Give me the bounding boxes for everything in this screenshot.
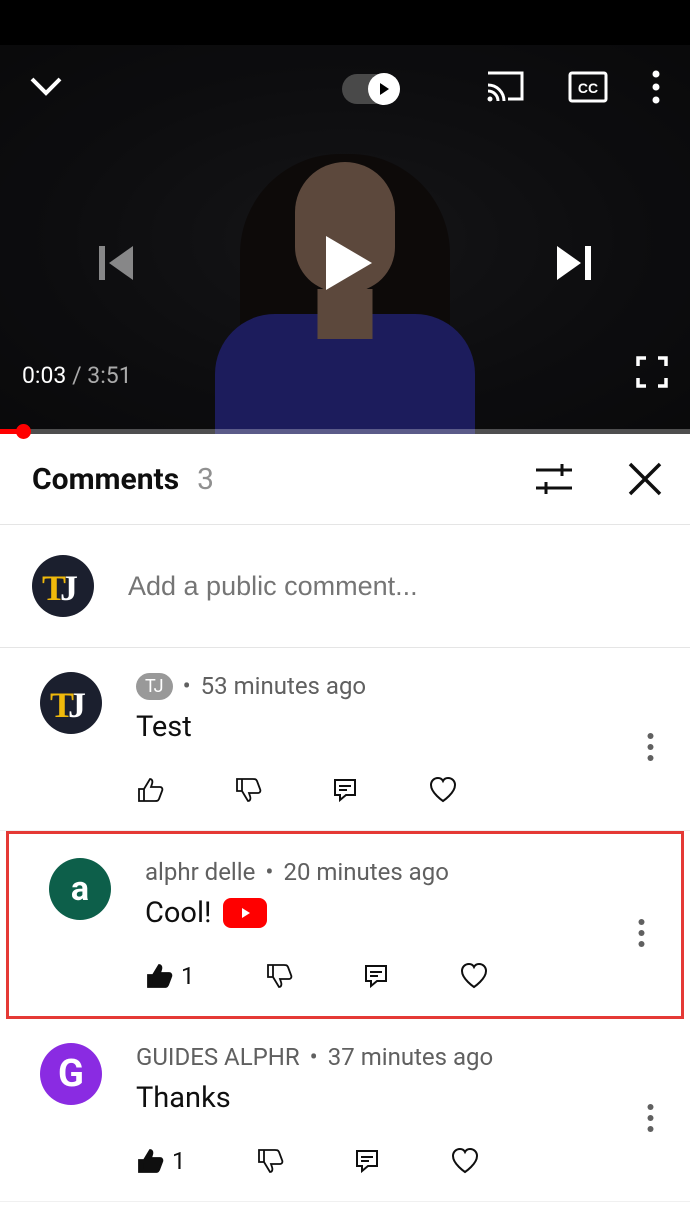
like-button[interactable] xyxy=(136,777,164,803)
video-player[interactable]: CC xyxy=(0,0,690,434)
cc-icon: CC xyxy=(568,71,608,103)
reply-button[interactable] xyxy=(332,777,358,803)
comment-more-button[interactable] xyxy=(634,858,649,1008)
sort-button[interactable] xyxy=(482,461,574,497)
dislike-button[interactable] xyxy=(234,777,262,803)
comments-list: TJ TJ • 53 minutes ago Test a alphr delle • 20 m… xyxy=(0,648,690,1202)
thumbs-up-icon xyxy=(136,777,164,803)
comment-time: 37 minutes ago xyxy=(328,1043,493,1071)
svg-text:CC: CC xyxy=(578,80,598,96)
close-button[interactable] xyxy=(574,460,664,498)
heart-button[interactable] xyxy=(459,962,489,990)
heart-icon xyxy=(459,962,489,990)
comment-text: Thanks xyxy=(136,1081,231,1115)
comment-text: Cool! xyxy=(145,896,211,930)
comment-item: G GUIDES ALPHR • 37 minutes ago Thanks 1 xyxy=(0,1019,690,1202)
like-button[interactable]: 1 xyxy=(136,1147,186,1175)
captions-button[interactable]: CC xyxy=(568,71,608,107)
video-time: 0:03 / 3:51 xyxy=(22,362,132,389)
more-vert-icon xyxy=(638,918,645,948)
skip-next-icon xyxy=(549,240,595,286)
thumbs-down-icon xyxy=(256,1148,284,1174)
comment-more-button[interactable] xyxy=(643,1043,658,1193)
comment-author: GUIDES ALPHR xyxy=(136,1043,300,1071)
cast-button[interactable] xyxy=(486,71,524,107)
heart-icon xyxy=(428,776,458,804)
play-icon xyxy=(377,82,391,96)
dislike-button[interactable] xyxy=(256,1148,284,1174)
comment-avatar: TJ xyxy=(40,672,102,734)
comment-item: TJ TJ • 53 minutes ago Test xyxy=(0,648,690,831)
next-button[interactable] xyxy=(549,240,595,290)
comment-sep: • xyxy=(310,1043,318,1071)
reply-button[interactable] xyxy=(363,963,389,989)
more-button[interactable] xyxy=(652,70,660,108)
heart-icon xyxy=(450,1147,480,1175)
collapse-player-button[interactable] xyxy=(30,77,62,101)
more-vert-icon xyxy=(652,70,660,104)
comment-input[interactable] xyxy=(128,571,658,602)
comments-count: 3 xyxy=(197,462,214,497)
thumbs-up-icon xyxy=(145,963,173,989)
author-badge: TJ xyxy=(136,673,173,700)
autoplay-toggle[interactable] xyxy=(342,74,400,104)
comment-icon xyxy=(354,1148,380,1174)
like-count: 1 xyxy=(181,962,195,990)
current-time: 0:03 xyxy=(22,362,66,389)
comment-author: alphr delle xyxy=(145,858,255,886)
add-comment-row[interactable]: TJ xyxy=(0,525,690,648)
comment-item: a alphr delle • 20 minutes ago Cool! 1 xyxy=(6,831,684,1019)
thumbs-down-icon xyxy=(234,777,262,803)
previous-button[interactable] xyxy=(95,240,141,290)
comment-icon xyxy=(363,963,389,989)
cast-icon xyxy=(486,71,524,103)
thumbs-up-icon xyxy=(136,1148,164,1174)
comment-icon xyxy=(332,777,358,803)
comment-text: Test xyxy=(136,710,192,744)
fullscreen-icon xyxy=(636,356,668,388)
comment-sep: • xyxy=(183,672,191,700)
more-vert-icon xyxy=(647,732,654,762)
fullscreen-button[interactable] xyxy=(636,356,668,394)
duration: 3:51 xyxy=(87,362,131,389)
skip-previous-icon xyxy=(95,240,141,286)
user-avatar: TJ xyxy=(32,555,94,617)
like-count: 1 xyxy=(172,1147,186,1175)
reply-button[interactable] xyxy=(354,1148,380,1174)
comment-more-button[interactable] xyxy=(643,672,658,822)
more-vert-icon xyxy=(647,1103,654,1133)
comments-header: Comments 3 xyxy=(0,434,690,525)
comment-avatar: G xyxy=(40,1043,102,1105)
comment-avatar: a xyxy=(49,858,111,920)
youtube-emoji-icon xyxy=(223,898,267,928)
comment-sep: • xyxy=(265,858,273,886)
comment-time: 20 minutes ago xyxy=(283,858,448,886)
comments-title: Comments xyxy=(32,462,179,497)
dislike-button[interactable] xyxy=(265,963,293,989)
heart-button[interactable] xyxy=(428,776,458,804)
close-icon xyxy=(626,460,664,498)
heart-button[interactable] xyxy=(450,1147,480,1175)
comment-time: 53 minutes ago xyxy=(201,672,366,700)
like-button[interactable]: 1 xyxy=(145,962,195,990)
chevron-down-icon xyxy=(30,77,62,97)
thumbs-down-icon xyxy=(265,963,293,989)
progress-bar[interactable] xyxy=(0,429,690,434)
play-button[interactable] xyxy=(310,228,380,302)
tune-icon xyxy=(534,461,574,497)
play-icon xyxy=(310,228,380,298)
